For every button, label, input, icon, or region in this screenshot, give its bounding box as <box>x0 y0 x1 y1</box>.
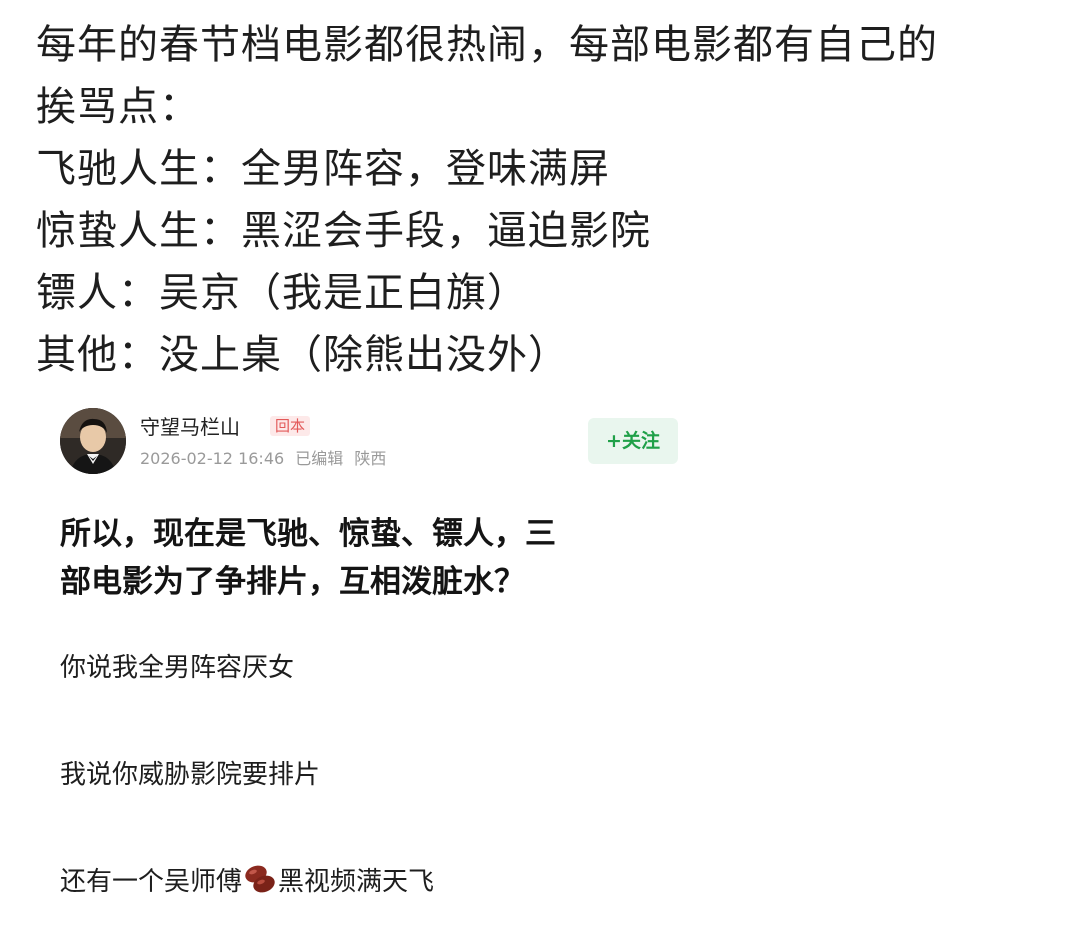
top-text-line: 惊蛰人生：黑涩会手段，逼迫影院 <box>36 208 651 254</box>
post-title: 所以，现在是飞驰、惊蛰、镖人，三 部电影为了争排片，互相泼脏水？ <box>60 510 680 606</box>
top-text-line: 镖人：吴京（我是正白旗） <box>36 270 528 316</box>
post-meta: 2026-02-12 16:46 已编辑 陕西 <box>140 448 392 470</box>
top-text-line: 其他：没上桌（除熊出没外） <box>36 332 569 378</box>
paragraph-text-after: 黑视频满天飞 <box>278 867 435 897</box>
top-text-block: 每年的春节档电影都很热闹，每部电影都有自己的 挨骂点： 飞驰人生：全男阵容，登味… <box>36 14 1056 386</box>
location-label: 陕西 <box>354 449 387 468</box>
top-text-line: 每年的春节档电影都很热闹，每部电影都有自己的 <box>36 22 938 68</box>
post-paragraph: 我说你威胁影院要排片 <box>60 760 321 790</box>
top-text-line: 飞驰人生：全男阵容，登味满屏 <box>36 146 610 192</box>
author-badge: 回本 <box>270 416 311 436</box>
author-name[interactable]: 守望马栏山 <box>140 414 240 440</box>
top-text-line: 挨骂点： <box>36 84 200 130</box>
bean-emoji-icon <box>244 864 276 904</box>
post-date: 2026-02-12 16:46 <box>140 449 285 468</box>
post-header: 守望马栏山 回本 2026-02-12 16:46 已编辑 陕西 +关注 <box>60 408 680 476</box>
post-paragraph-last: 还有一个吴师傅 黑视频满天飞 <box>60 864 434 904</box>
edited-label: 已编辑 <box>295 449 344 468</box>
post-title-line: 部电影为了争排片，互相泼脏水？ <box>60 564 525 600</box>
paragraph-text-before: 还有一个吴师傅 <box>60 867 243 897</box>
post-title-line: 所以，现在是飞驰、惊蛰、镖人，三 <box>60 516 556 552</box>
post-paragraph: 你说我全男阵容厌女 <box>60 653 295 683</box>
follow-button[interactable]: +关注 <box>588 418 678 464</box>
avatar[interactable] <box>60 408 126 474</box>
